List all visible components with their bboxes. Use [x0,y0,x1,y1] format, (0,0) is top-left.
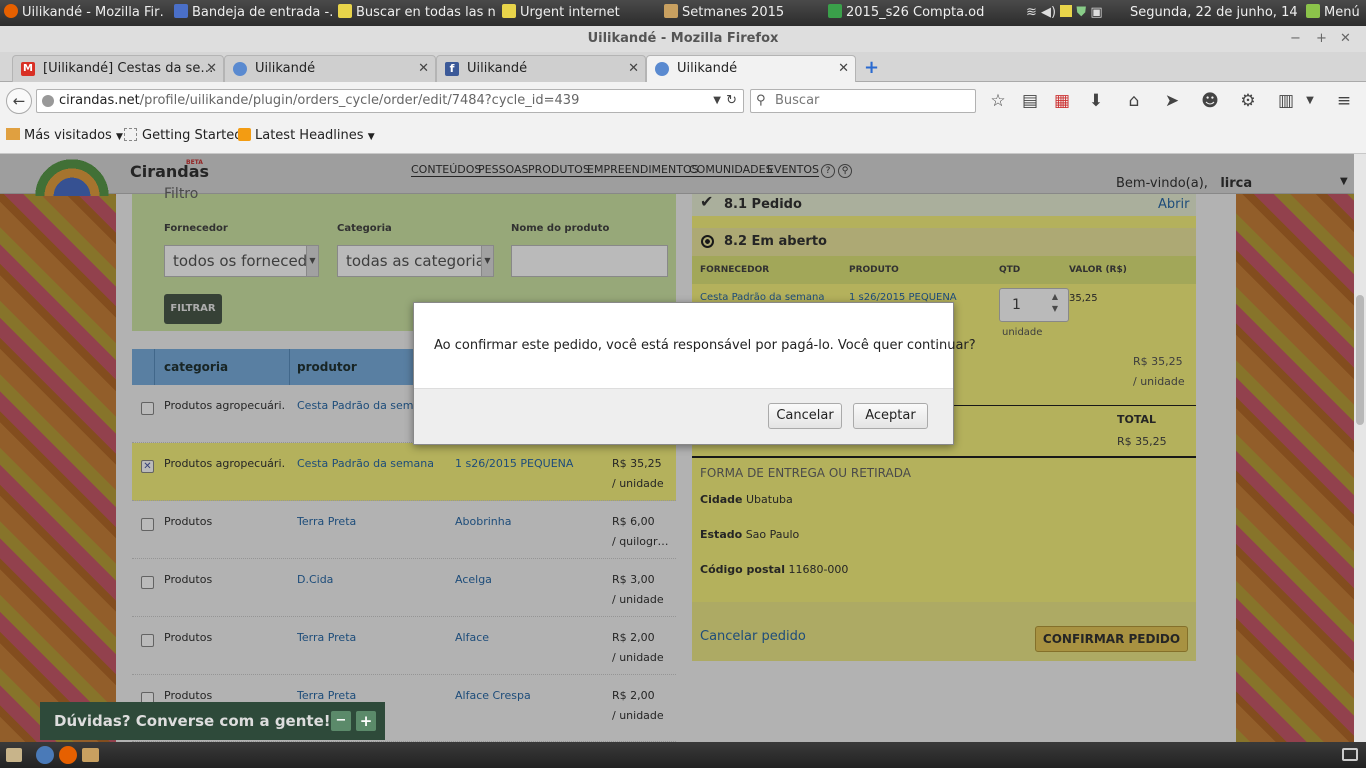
firefox-icon [4,4,18,18]
close-tab-icon[interactable]: ✕ [838,56,849,82]
workspace-icon[interactable] [1342,748,1358,761]
mint-menu-icon [1306,4,1320,18]
search-icon: ⚲ [756,93,766,108]
chat-expand-icon[interactable]: + [356,711,376,731]
addon-icon[interactable]: ▦ [1052,91,1072,111]
bookmarks-list-icon[interactable]: ▤ [1020,91,1040,111]
search-input[interactable]: ⚲ Buscar [750,89,976,113]
bookmark-star-icon[interactable]: ☆ [988,91,1008,111]
chat-icon[interactable]: ☻ [1200,91,1220,111]
note-icon [502,4,516,18]
taskbar-window-1[interactable]: Bandeja de entrada -… [170,0,332,26]
cirandas-icon [233,62,247,76]
modal-overlay [0,154,1354,742]
clipboard-icon[interactable]: ▥ [1276,91,1296,111]
cirandas-icon [655,62,669,76]
close-window-icon[interactable]: ✕ [1340,26,1351,52]
reload-icon[interactable]: ↻ [726,90,737,112]
window-titlebar: Uilikandé - Mozilla Firefox − + ✕ [0,26,1366,52]
folder-icon [664,4,678,18]
note-icon [338,4,352,18]
hamburger-menu-icon[interactable]: ≡ [1334,91,1354,111]
bottom-panel [0,742,1366,768]
tab-3[interactable]: Uilikandé ✕ [646,55,856,82]
show-desktop-icon[interactable] [6,748,22,762]
history-dropdown-icon[interactable]: ▼ [713,90,721,112]
system-tray[interactable]: ≋ ◀) ⛊ ▣ [1026,5,1122,21]
home-icon[interactable]: ⌂ [1124,91,1144,111]
network-app-icon[interactable] [36,746,54,764]
shield-icon[interactable]: ⛊ [1076,5,1086,20]
new-tab-icon[interactable]: + [864,57,879,78]
mail-icon [174,4,188,18]
gmail-icon: M [21,62,35,76]
send-icon[interactable]: ➤ [1162,91,1182,111]
update-icon[interactable]: ▣ [1090,5,1102,20]
taskbar-window-0[interactable]: Uilikandé - Mozilla Fir… [0,0,164,26]
accept-button[interactable]: Aceptar [853,403,928,429]
page-icon [124,128,137,141]
bookmark-latest-headlines[interactable]: Latest Headlines ▼ [238,128,375,143]
cancel-button[interactable]: Cancelar [768,403,842,429]
tab-2[interactable]: f Uilikandé ✕ [436,55,646,82]
tab-strip: M [Uilikandé] Cestas da se… ✕ Uilikandé … [0,52,1366,82]
folder-icon [6,128,20,140]
firefox-launcher-icon[interactable] [59,746,77,764]
back-icon[interactable]: ← [6,88,32,114]
taskbar-window-5[interactable]: 2015_s26 Compta.od… [824,0,984,26]
clock[interactable]: Segunda, 22 de junho, 14:23 [1126,0,1298,26]
close-tab-icon[interactable]: ✕ [418,56,429,82]
bookmark-getting-started[interactable]: Getting Started [124,128,243,143]
bookmark-most-visited[interactable]: Más visitados ▼ [6,128,123,143]
close-tab-icon[interactable]: ✕ [628,56,639,82]
close-tab-icon[interactable]: ✕ [206,56,217,82]
confirm-dialog: Ao confirmar este pedido, você está resp… [413,302,976,445]
taskbar-window-3[interactable]: Urgent internet [498,0,658,26]
top-panel: Uilikandé - Mozilla Fir… Bandeja de entr… [0,0,1366,26]
maximize-icon[interactable]: + [1316,26,1327,52]
tab-0[interactable]: M [Uilikandé] Cestas da se… ✕ [12,55,224,82]
menu-button[interactable]: Menú [1302,0,1366,26]
chat-minimize-icon[interactable]: − [331,711,351,731]
wifi-icon[interactable]: ≋ [1026,5,1037,20]
dialog-message: Ao confirmar este pedido, você está resp… [434,338,976,353]
dialog-button-bar: Cancelar Aceptar [414,388,953,444]
files-launcher-icon[interactable] [82,748,99,762]
page-scrollbar[interactable] [1354,154,1366,742]
spreadsheet-icon [828,4,842,18]
chat-widget[interactable]: Dúvidas? Converse com a gente! − + [40,702,385,740]
note-tray-icon[interactable] [1060,5,1073,17]
facebook-icon: f [445,62,459,76]
bookmarks-toolbar: Más visitados ▼ Getting Started Latest H… [0,120,1366,154]
tab-1[interactable]: Uilikandé ✕ [224,55,436,82]
scrollbar-thumb[interactable] [1356,295,1364,425]
window-title: Uilikandé - Mozilla Firefox [587,31,779,46]
taskbar-window-4[interactable]: Setmanes 2015 [660,0,820,26]
volume-icon[interactable]: ◀) [1041,5,1056,20]
downloads-icon[interactable]: ⬇ [1086,91,1106,111]
url-bar[interactable]: cirandas.net/profile/uilikande/plugin/or… [36,89,744,113]
rss-icon [238,128,251,141]
minimize-icon[interactable]: − [1290,26,1301,52]
globe-icon [42,95,54,107]
extension-icon[interactable]: ⚙ [1238,91,1258,111]
taskbar-window-2[interactable]: Buscar en todas las n… [334,0,496,26]
clipboard-dropdown-icon[interactable]: ▼ [1300,91,1320,111]
